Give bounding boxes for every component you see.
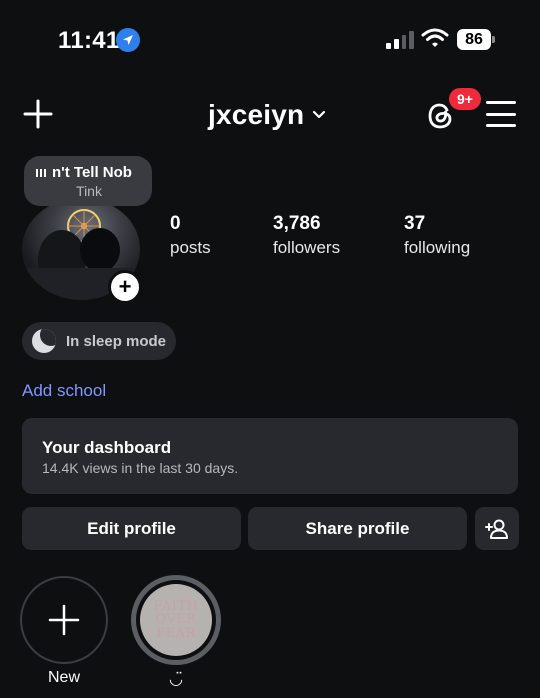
highlight-cover: FAITH OVER FEAR [140,584,212,656]
cover-text-line: OVER [155,612,197,628]
username: jxceiyn [208,99,305,130]
menu-button[interactable] [486,101,516,127]
plus-icon [23,99,53,129]
status-time: 11:41 [58,27,120,54]
following-count: 37 [404,213,426,234]
dashboard-subtitle: 14.4K views in the last 30 days. [42,460,239,476]
story-highlight-label: ◡̈ [169,671,183,688]
note-bubble[interactable]: n't Tell Nob Tink [24,156,152,206]
note-song-title: n't Tell Nob [52,164,132,181]
following-stat[interactable]: 37 following [404,213,470,258]
followers-label: followers [273,238,341,257]
cover-text-line: FAITH [153,598,199,614]
cellular-signal-icon [386,29,414,49]
moon-icon [32,329,56,353]
following-label: following [404,238,471,257]
battery-level: 86 [457,29,491,50]
note-artist: Tink [76,183,102,199]
story-highlight[interactable]: FAITH OVER FEAR [131,575,221,665]
add-school-link[interactable]: Add school [22,381,106,401]
dashboard-title: Your dashboard [42,438,172,457]
music-bars-icon [36,168,46,177]
create-button[interactable] [22,98,54,130]
edit-profile-button[interactable]: Edit profile [22,507,241,550]
sleep-mode-pill[interactable]: In sleep mode [22,322,176,360]
account-switcher[interactable]: jxceiyn [208,99,326,131]
new-highlight-button[interactable] [20,576,108,664]
chevron-down-icon [313,110,326,119]
posts-stat[interactable]: 0 posts [170,213,211,258]
posts-count: 0 [170,213,181,234]
add-person-icon [485,519,508,539]
new-highlight-label: New [47,669,80,686]
followers-count: 3,786 [273,213,321,234]
share-profile-button[interactable]: Share profile [248,507,467,550]
dashboard-card[interactable]: Your dashboard 14.4K views in the last 3… [22,418,518,494]
sleep-mode-label: In sleep mode [66,332,167,350]
plus-icon [48,604,80,636]
posts-label: posts [170,238,211,257]
location-arrow-icon [116,28,140,52]
cover-text-line: FEAR [156,625,196,641]
battery-icon: 86 [457,29,495,50]
followers-stat[interactable]: 3,786 followers [273,213,340,258]
add-story-button[interactable]: + [108,270,142,304]
discover-people-button[interactable] [475,507,519,550]
wifi-icon [421,27,449,49]
notification-badge: 9+ [447,86,483,112]
